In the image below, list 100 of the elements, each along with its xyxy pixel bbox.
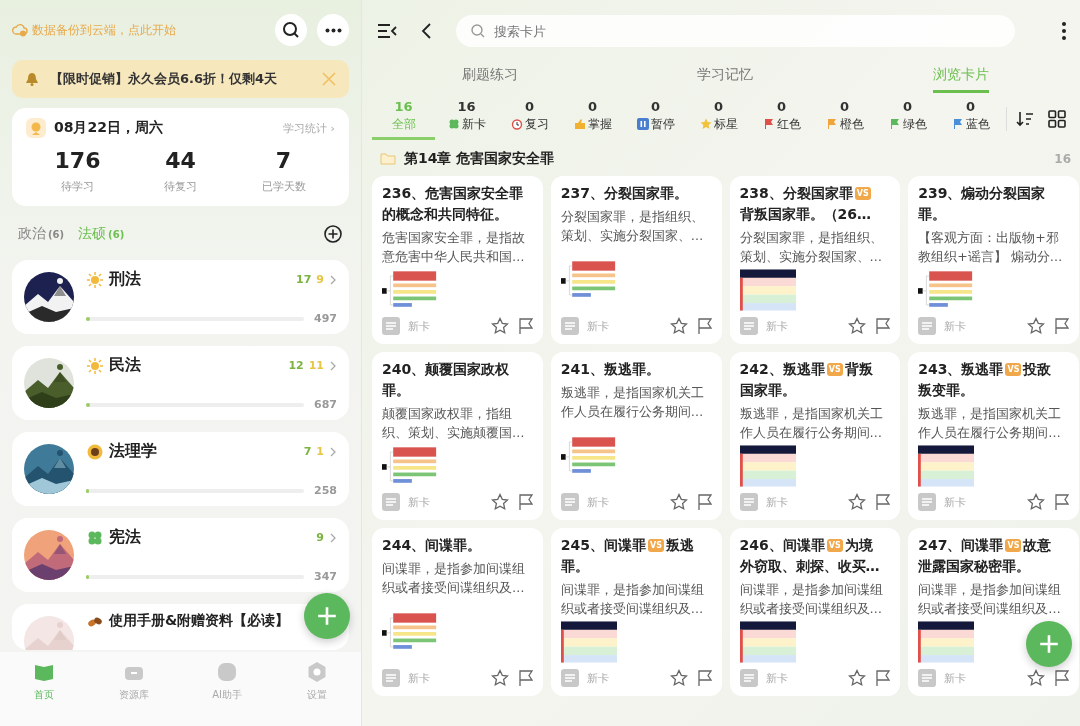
filter-tab[interactable]: 0 掌握 (561, 98, 624, 140)
card-title: 罪。 (918, 205, 947, 224)
subject-card[interactable]: 民法 12 11 687 (12, 346, 349, 420)
card-snippet: 间谍罪，是指参加间谍组 织或者接受间谍组织及… (739, 581, 884, 618)
tab[interactable]: 学习记忆 (697, 62, 754, 93)
review-count: 9 (316, 273, 324, 286)
flashcard[interactable]: 242、叛逃罪 VS 背叛 国家罪。 叛逃罪，是指国家机关工 作人员在履行公务期间… 新卡 (729, 352, 901, 520)
subject-name: 法理学 (109, 441, 158, 462)
card-title: 背叛 (844, 360, 873, 379)
card-title: 故意 (1023, 536, 1052, 555)
new-count: 12 (288, 359, 304, 372)
filter-tab[interactable]: 0 绿色 (876, 98, 939, 140)
promo-text: 【限时促销】永久会员6.6折！仅剩4天 (50, 70, 279, 88)
new-count: 17 (296, 273, 312, 286)
flashcard[interactable]: 246、间谍罪 VS 为境 外窃取、刺探、收买… 间谍罪，是指参加间谍组 织或者接受间谍组织及… 新卡 (729, 528, 901, 696)
subject-name: 民法 (109, 355, 142, 376)
subject-card[interactable]: 法理学 7 1 258 (12, 432, 349, 506)
filter-tab[interactable]: 0 红色 (750, 98, 813, 140)
flashcard[interactable]: 236、危害国家安全罪 的概念和共同特征。 危害国家安全罪，是指故 意危害中华人民共和国… 新卡 (372, 176, 543, 344)
flashcard[interactable]: 243、叛逃罪 VS 投敌 叛变罪。 叛逃罪，是指国家机关工 作人员在履行公务期间… 新卡 (908, 352, 1079, 520)
card-status: 新卡 (944, 494, 968, 510)
subject-card[interactable]: 宪法 9 347 (12, 518, 349, 592)
card-snippet: 叛逃罪，是指国家机关工 作人员在履行公务期间… (560, 384, 705, 421)
card-title: 242、叛逃罪 (739, 360, 825, 379)
card-title: 245、间谍罪 (560, 536, 646, 555)
review-count: 1 (316, 445, 324, 458)
total-count: 347 (314, 570, 337, 583)
vs-badge: VS (1005, 363, 1022, 376)
card-status: 新卡 (586, 670, 610, 686)
card-title: 239、煽动分裂国家 (918, 184, 1046, 203)
chapter-count: 16 (1054, 152, 1071, 166)
flashcard[interactable]: 237、分裂国家罪。 分裂国家罪，是指组织、 策划、实施分裂国家、… 新卡 (550, 176, 722, 344)
vs-badge: VS (648, 539, 664, 552)
subject-card[interactable]: 刑法 17 9 497 (12, 260, 349, 334)
card-status: 新卡 (944, 318, 968, 334)
card-title: 246、间谍罪 (739, 536, 825, 555)
card-status: 新卡 (944, 670, 968, 686)
card-snippet: 间谍罪，是指参加间谍组 织或者接受间谍组织及… (560, 581, 705, 618)
filter-tab[interactable]: 0 暂停 (624, 98, 687, 140)
stat-value: 7 (275, 148, 292, 173)
filter-tab[interactable]: 0 标星 (687, 98, 750, 140)
new-count: 9 (316, 531, 324, 544)
filter-tab[interactable]: 0 蓝色 (939, 98, 1002, 140)
card-status: 新卡 (765, 494, 789, 510)
card-snippet: 分裂国家罪，是指组织、 策划、实施分裂国家、… (560, 208, 705, 245)
subject-name: 刑法 (109, 269, 142, 290)
card-snippet: 叛逃罪，是指国家机关工 作人员在履行公务期间… (739, 405, 884, 442)
card-title: 238、分裂国家罪 (739, 184, 853, 203)
card-title: 罪。 (560, 557, 589, 576)
stat-value: 44 (165, 148, 196, 173)
card-title: 叛逃 (665, 536, 694, 555)
filter-tab[interactable]: 16 新卡 (435, 98, 498, 140)
card-title: 泄露国家秘密罪。 (918, 557, 1031, 576)
flashcard[interactable]: 244、间谍罪。 间谍罪，是指参加间谍组 织或者接受间谍组织及… 新卡 (372, 528, 543, 696)
card-status: 新卡 (765, 670, 789, 686)
filter-tab[interactable]: 0 复习 (498, 98, 561, 140)
card-title: 237、分裂国家罪。 (560, 184, 688, 203)
promo-banner[interactable]: 【限时促销】永久会员6.6折！仅剩4天 (12, 60, 349, 98)
card-status: 新卡 (586, 318, 610, 334)
card-title: 罪。 (382, 381, 410, 400)
filter-tab[interactable]: 0 橙色 (813, 98, 876, 140)
total-count: 687 (314, 398, 337, 411)
card-status: 新卡 (408, 318, 431, 334)
tab[interactable]: 刷题练习 (461, 62, 518, 93)
date-label: 08月22日，周六 (54, 119, 164, 137)
card-snippet: 叛逃罪，是指国家机关工 作人员在履行公务期间… (918, 405, 1063, 442)
search-field[interactable]: 搜索卡片 (456, 15, 1015, 47)
card-title: 236、危害国家安全罪 (382, 184, 524, 203)
card-title: 外窃取、刺探、收买… (739, 557, 880, 576)
subject-name: 使用手册&附赠资料【必读】 (109, 612, 290, 630)
stat-value: 176 (54, 148, 101, 173)
card-snippet: 颠覆国家政权罪，指组 织、策划、实施颠覆国… (382, 405, 526, 442)
new-count: 7 (303, 445, 312, 458)
subject-name: 宪法 (109, 527, 142, 548)
flashcard[interactable]: 241、叛逃罪。 叛逃罪，是指国家机关工 作人员在履行公务期间… 新卡 (550, 352, 722, 520)
flashcard[interactable]: 239、煽动分裂国家 罪。 【客观方面：出版物+邪 教组织+谣言】 煽动分… 新卡 (908, 176, 1079, 344)
vs-badge: VS (826, 363, 843, 376)
flashcard[interactable]: 238、分裂国家罪 VS 背叛国家罪。（26… 分裂国家罪，是指组织、 策划、实施分裂国家、… 新卡 (729, 176, 901, 344)
subject-card[interactable]: 使用手册&附赠资料【必读】 (12, 604, 349, 650)
total-count: 258 (314, 484, 337, 497)
flashcard[interactable]: 247、间谍罪 VS 故意 泄露国家秘密罪。 间谍罪，是指参加间谍组 织或者接受间谍组织及… 新卡 (908, 528, 1079, 696)
card-status: 新卡 (408, 670, 431, 686)
card-title: 叛变罪。 (918, 381, 975, 400)
card-title: 244、间谍罪。 (382, 536, 482, 555)
card-title: 背叛国家罪。（26… (739, 205, 871, 224)
card-title: 240、颠覆国家政权 (382, 360, 510, 379)
vs-badge: VS (826, 539, 843, 552)
card-title: 243、叛逃罪 (918, 360, 1004, 379)
flashcard[interactable]: 245、间谍罪 VS 叛逃 罪。 间谍罪，是指参加间谍组 织或者接受间谍组织及… 新卡 (550, 528, 722, 696)
card-title: 为境 (844, 536, 873, 555)
total-count: 497 (314, 312, 337, 325)
card-status: 新卡 (765, 318, 789, 334)
card-snippet: 危害国家安全罪，是指故 意危害中华人民共和国… (382, 229, 526, 266)
review-count: 11 (308, 359, 324, 372)
card-snippet: 分裂国家罪，是指组织、 策划、实施分裂国家、… (739, 229, 884, 266)
chapter-title: 第14章 危害国家安全罪 (404, 150, 556, 168)
flashcard[interactable]: 240、颠覆国家政权 罪。 颠覆国家政权罪，指组 织、策划、实施颠覆国… 新卡 (372, 352, 543, 520)
card-title: 241、叛逃罪。 (560, 360, 660, 379)
stat-label: 待学习 (61, 179, 94, 194)
card-title: 247、间谍罪 (918, 536, 1004, 555)
